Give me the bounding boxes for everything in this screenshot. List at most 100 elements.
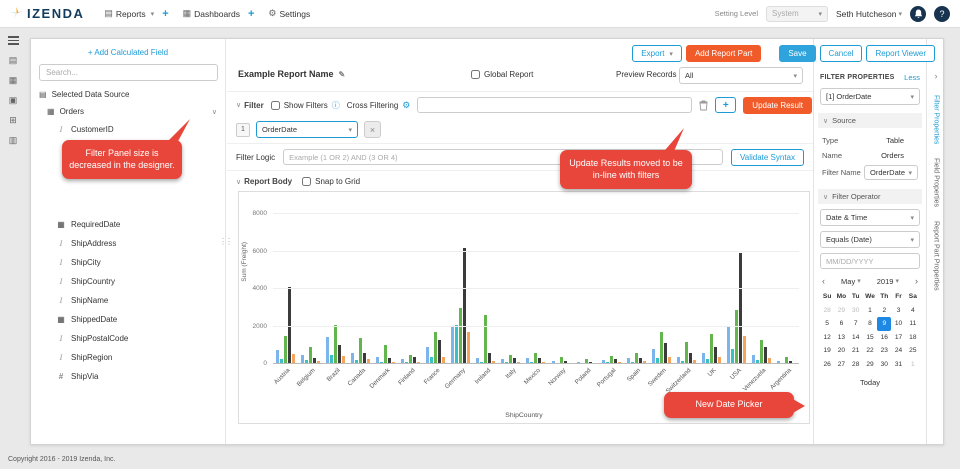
field-item-ShipVia[interactable]: # ShipVia [31,367,225,386]
bar-series-4[interactable] [738,253,742,364]
calendar-day[interactable]: 29 [834,304,848,318]
calendar-day[interactable]: 30 [877,358,891,372]
panel-splitter-handle[interactable]: ⋮⋮ [219,237,233,246]
delete-filters-button[interactable] [699,100,708,111]
bar-series-3[interactable] [334,324,338,364]
search-input[interactable] [39,64,218,81]
calendar-day[interactable]: 8 [863,317,877,331]
bar-series-3[interactable] [459,307,463,364]
bar-series-3[interactable] [284,335,288,364]
calendar-day[interactable]: 26 [820,358,834,372]
add-report-part-button[interactable]: Add Report Part [685,45,762,62]
bar-series-1[interactable] [726,326,730,364]
field-item-CustomerID[interactable]: I CustomerID [31,120,225,139]
update-result-button[interactable]: Update Result [743,96,812,114]
report-list-icon[interactable]: ▤ [9,55,18,65]
calendar-day[interactable]: 28 [820,304,834,318]
calendar-day[interactable]: 3 [891,304,905,318]
bar-series-1[interactable] [451,326,455,364]
design-grid-icon[interactable]: ▦ [9,75,18,85]
info-icon[interactable]: ⓘ [332,100,340,111]
bar-series-4[interactable] [463,247,467,364]
bar-series-3[interactable] [484,315,488,364]
calendar-next-icon[interactable]: › [915,276,918,286]
calendar-day[interactable]: 20 [834,344,848,358]
cross-filtering-control[interactable]: Cross Filtering ⚙ [347,100,411,111]
edit-name-icon[interactable]: ✎ [339,70,346,79]
field-item-ShippedDate[interactable]: ▦ ShippedDate [31,310,225,329]
bar-series-3[interactable] [684,341,688,364]
calendar-year-select[interactable]: 2019 ▾ [877,277,899,286]
bar-series-2[interactable] [730,349,734,364]
new-report-button[interactable]: + [162,8,168,20]
bar-series-4[interactable] [663,343,667,364]
calendar-day[interactable]: 13 [834,331,848,345]
report-body-toggle[interactable]: ∨ Report Body [236,177,292,186]
bar-series-1[interactable] [276,349,280,364]
bar-series-4[interactable] [338,345,342,364]
export-button[interactable]: Export ▾ [632,45,682,62]
calendar-day-selected[interactable]: 9 [877,317,892,331]
calendar-day[interactable]: 11 [906,317,920,331]
field-item-ShipPostalCode[interactable]: I ShipPostalCode [31,329,225,348]
global-report-checkbox[interactable]: Global Report [471,70,533,79]
calendar-day[interactable]: 24 [891,344,905,358]
bar-series-3[interactable] [359,337,363,364]
show-filters-input[interactable] [270,100,280,110]
save-button[interactable]: Save [779,45,816,62]
layers-icon[interactable]: ▥ [9,135,18,145]
add-filter-button[interactable]: + [715,97,737,113]
bar-series-4[interactable] [713,347,717,364]
bar-series-3[interactable] [734,309,738,364]
bar-series-5[interactable] [742,335,746,364]
calendar-day[interactable]: 2 [877,304,891,318]
checklist-icon[interactable]: ▣ [9,95,18,105]
remove-filter-button[interactable]: × [364,121,381,138]
preview-records-select[interactable]: All ▾ [679,67,803,84]
calendar-day[interactable]: 6 [834,317,848,331]
calendar-day[interactable]: 1 [863,304,877,318]
bar-series-2[interactable] [455,324,459,364]
calendar-day[interactable]: 12 [820,331,834,345]
bar-series-1[interactable] [651,349,655,364]
chevron-down-icon[interactable]: ∨ [212,108,217,116]
validate-syntax-button[interactable]: Validate Syntax [731,148,804,166]
nav-settings[interactable]: ⚙ Settings [268,8,310,19]
calendar-day[interactable]: 10 [891,317,905,331]
calendar-day[interactable]: 16 [877,331,891,345]
bar-series-3[interactable] [659,332,663,364]
calendar-day[interactable]: 5 [820,317,834,331]
nav-dashboards[interactable]: ▦ Dashboards [183,8,240,19]
today-button[interactable]: Today [860,378,880,387]
bar-series-3[interactable] [759,339,763,364]
calendar-day[interactable]: 29 [863,358,877,372]
field-item-ShipRegion[interactable]: I ShipRegion [31,348,225,367]
snap-to-grid-input[interactable] [302,177,312,186]
less-link[interactable]: Less [904,73,920,82]
izenda-logo[interactable]: IZENDA [10,6,84,21]
calendar-month-select[interactable]: May ▾ [841,277,861,286]
bar-series-3[interactable] [309,347,313,364]
cancel-button[interactable]: Cancel [819,45,863,62]
user-menu[interactable]: Seth Hutcheson ▾ [836,9,902,19]
collapse-panel-icon[interactable]: › [935,71,938,81]
filter-operator-section-header[interactable]: ∨ Filter Operator [818,189,922,204]
calendar-day[interactable]: 22 [863,344,877,358]
bar-series-4[interactable] [438,339,442,364]
calendar-day[interactable]: 4 [906,304,920,318]
bar-series-4[interactable] [763,347,767,364]
bar-series-3[interactable] [434,332,438,364]
calendar-day[interactable]: 21 [849,344,863,358]
bar-series-1[interactable] [326,336,330,364]
new-dashboard-button[interactable]: + [248,8,254,20]
bar-series-1[interactable] [426,347,430,364]
table-node-orders[interactable]: ▦ Orders ∨ [31,103,225,120]
calendar-day[interactable]: 28 [849,358,863,372]
tab-report-part-properties[interactable]: Report Part Properties [933,221,940,291]
operator-category-select[interactable]: Date & Time ▾ [820,209,920,226]
field-item-ShipCountry[interactable]: I ShipCountry [31,272,225,291]
operator-select[interactable]: Equals (Date) ▾ [820,231,920,248]
calendar-day[interactable]: 14 [849,331,863,345]
calendar-day[interactable]: 19 [820,344,834,358]
calendar-day[interactable]: 31 [891,358,905,372]
